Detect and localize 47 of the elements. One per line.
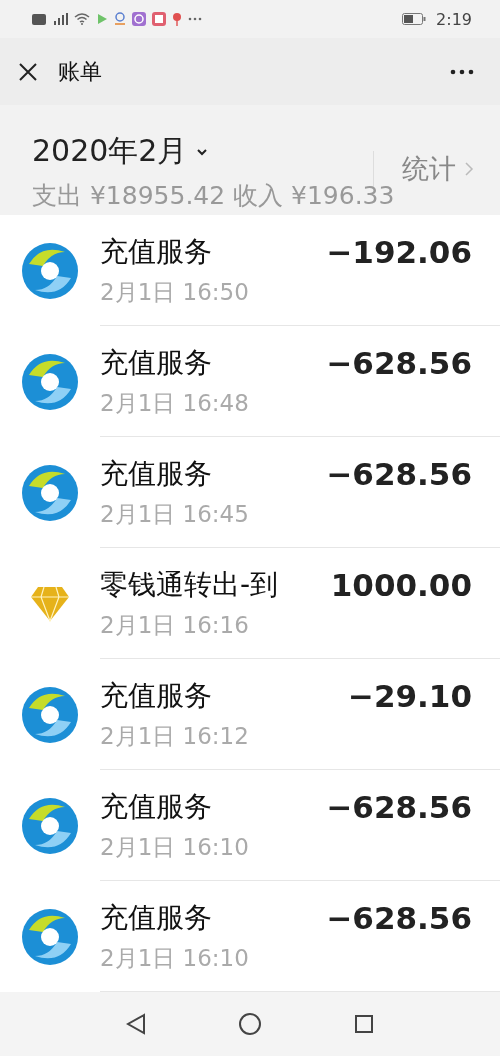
transaction-amount: −29.10 (347, 677, 472, 714)
caret-down-icon (195, 146, 210, 157)
transaction-amount: −628.56 (326, 788, 472, 825)
swirl-logo-icon (21, 907, 79, 966)
signal-icon (52, 13, 68, 25)
transaction-amount: −628.56 (326, 344, 472, 381)
page-title: 账单 (58, 57, 103, 86)
transaction-title: 充值服务 (100, 788, 212, 825)
transaction-title: 充值服务 (100, 677, 212, 714)
transaction-time: 2月1日 16:10 (100, 832, 250, 862)
status-time: 2:19 (436, 9, 472, 29)
transaction-amount: −628.56 (326, 899, 472, 936)
transaction-time: 2月1日 16:48 (100, 388, 250, 418)
close-icon[interactable] (18, 61, 38, 82)
app-icon (152, 12, 166, 26)
month-selector[interactable]: 2020年2月 (32, 131, 210, 172)
battery-icon (402, 13, 427, 25)
transaction-amount: −192.06 (326, 233, 472, 270)
transaction-time: 2月1日 16:50 (100, 277, 250, 307)
recents-icon[interactable] (354, 1014, 374, 1034)
swirl-logo-icon (21, 796, 79, 855)
transaction-title: 充值服务 (100, 233, 212, 270)
transaction-time: 2月1日 16:12 (100, 721, 250, 751)
transaction-title: 充值服务 (100, 344, 212, 381)
app-icon (132, 12, 146, 26)
more-icon (188, 17, 202, 21)
transaction-amount: −628.56 (326, 455, 472, 492)
transaction-time: 2月1日 16:45 (100, 499, 250, 529)
transaction-title: 充值服务 (100, 455, 212, 492)
home-icon[interactable] (238, 1012, 262, 1036)
wifi-icon (74, 13, 90, 25)
swirl-logo-icon (21, 463, 79, 522)
transaction-time: 2月1日 16:10 (100, 943, 250, 973)
transaction-title: 零钱通转出-到 (100, 566, 279, 603)
back-icon[interactable] (126, 1013, 146, 1035)
app-icon (114, 12, 126, 26)
transaction-time: 2月1日 16:16 (100, 610, 250, 640)
more-icon[interactable] (450, 68, 474, 75)
chevron-right-icon (464, 161, 474, 177)
diamond-icon (30, 585, 70, 622)
swirl-logo-icon (21, 685, 79, 744)
swirl-logo-icon (21, 352, 79, 411)
transaction-amount: 1000.00 (330, 566, 472, 603)
play-icon (96, 13, 108, 25)
transaction-title: 充值服务 (100, 899, 212, 936)
swirl-logo-icon (21, 241, 79, 300)
location-pin-icon (172, 12, 182, 26)
